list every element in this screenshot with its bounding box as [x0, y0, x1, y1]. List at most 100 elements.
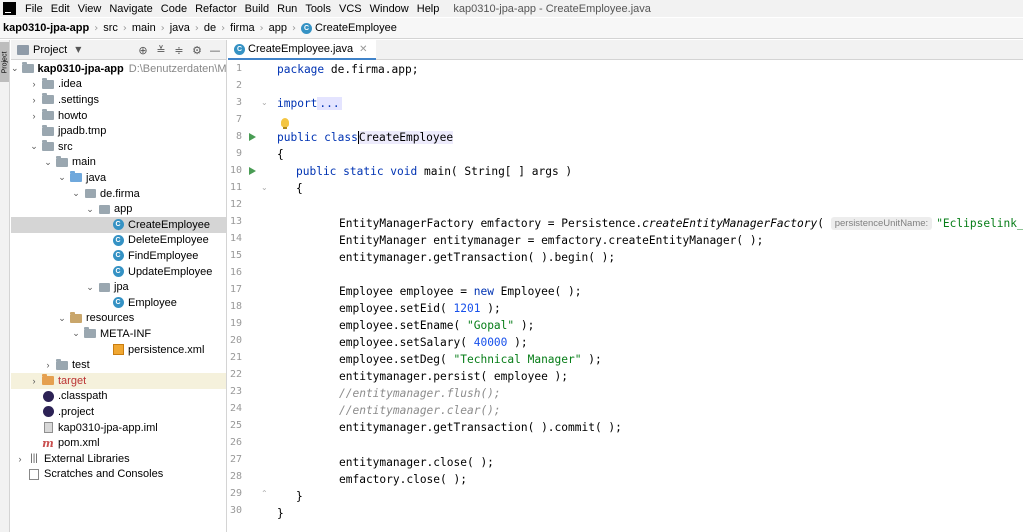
tree-item-external-libraries[interactable]: › ||| External Libraries: [11, 451, 226, 467]
code-line-21: employee.setDeg( "Technical Manager" );: [339, 351, 602, 368]
package-icon-glyph: [98, 282, 110, 292]
locate-file-icon[interactable]: ⊕: [134, 44, 152, 57]
tree-item-classpath[interactable]: .classpath: [11, 389, 226, 405]
breadcrumb-class[interactable]: C CreateEmployee: [300, 22, 397, 34]
chevron-right-icon[interactable]: ›: [29, 376, 39, 386]
folder-icon: [42, 109, 54, 122]
tree-item-howto[interactable]: › howto: [11, 108, 226, 124]
tree-item-label: kap0310-jpa-app: [37, 62, 124, 75]
run-icon[interactable]: [249, 167, 256, 175]
menu-edit[interactable]: Edit: [47, 3, 74, 15]
iml-file-icon-glyph: [43, 422, 53, 434]
collapse-all-icon[interactable]: ≑: [170, 44, 188, 57]
menu-run[interactable]: Run: [273, 3, 301, 15]
tree-item-label: UpdateEmployee: [128, 265, 213, 278]
tree-item-deleteemployee[interactable]: C DeleteEmployee: [11, 233, 226, 249]
breadcrumb-app[interactable]: app: [269, 22, 287, 34]
editor-gutter: 1 2 3 ⌄ 7 8 9 10 11 ⌄ 12 13 14 15 16 17 18 19 20 21 22 23 24 25…: [228, 61, 268, 532]
tree-item-pom-xml[interactable]: m pom.xml: [11, 435, 226, 451]
breadcrumb-main[interactable]: main: [132, 22, 156, 34]
chevron-down-icon[interactable]: ⌄: [43, 157, 53, 168]
tree-item-meta-inf[interactable]: ⌄ META-INF: [11, 326, 226, 342]
menu-navigate[interactable]: Navigate: [105, 3, 156, 15]
package-icon: [98, 203, 110, 215]
tree-item-main[interactable]: ⌄ main: [11, 155, 226, 171]
class-icon-glyph: C: [112, 297, 124, 309]
chevron-down-icon[interactable]: ⌄: [11, 63, 19, 74]
menu-window[interactable]: Window: [366, 3, 413, 15]
chevron-down-icon[interactable]: ⌄: [57, 313, 67, 324]
tree-item-target[interactable]: › target: [11, 373, 226, 389]
breadcrumb-project[interactable]: kap0310-jpa-app: [3, 22, 89, 34]
tree-item-findemployee[interactable]: C FindEmployee: [11, 248, 226, 264]
tree-item-de-firma[interactable]: ⌄ de.firma: [11, 186, 226, 202]
class-icon: C: [300, 22, 312, 34]
chevron-right-icon[interactable]: ›: [43, 360, 53, 370]
menu-build[interactable]: Build: [241, 3, 273, 15]
chevron-down-icon[interactable]: ⌄: [71, 328, 81, 339]
tree-item-settings[interactable]: › .settings: [11, 92, 226, 108]
breadcrumb-de[interactable]: de: [204, 22, 216, 34]
menu-vcs[interactable]: VCS: [335, 3, 366, 15]
tree-item-kap0310-jpa-app-iml[interactable]: kap0310-jpa-app.iml: [11, 420, 226, 436]
chevron-right-icon[interactable]: ›: [29, 95, 39, 105]
tree-item-scratches-and-consoles[interactable]: Scratches and Consoles: [11, 467, 226, 483]
breadcrumb-src[interactable]: src: [103, 22, 118, 34]
menu-tools[interactable]: Tools: [301, 3, 335, 15]
project-panel-title[interactable]: Project: [33, 44, 67, 56]
breadcrumb-firma[interactable]: firma: [230, 22, 254, 34]
fold-marker-icon[interactable]: ⌄: [261, 183, 268, 192]
chevron-down-icon[interactable]: ⌄: [85, 204, 95, 215]
chevron-right-icon: ›: [221, 22, 226, 34]
project-tool-tab[interactable]: Project: [0, 42, 9, 82]
line-number: 17: [229, 284, 242, 295]
editor-tab-create-employee[interactable]: C CreateEmployee.java ✕: [228, 40, 376, 60]
tree-item-kap0310-jpa-app[interactable]: ⌄ kap0310-jpa-app D:\Benutzerdaten\Mertens: [11, 61, 226, 77]
close-icon[interactable]: ✕: [359, 44, 367, 55]
tree-item-jpadb-tmp[interactable]: jpadb.tmp: [11, 123, 226, 139]
tree-item-employee[interactable]: C Employee: [11, 295, 226, 311]
tree-item-app[interactable]: ⌄ app: [11, 201, 226, 217]
tree-item-resources[interactable]: ⌄ resources: [11, 311, 226, 327]
tree-item-project[interactable]: .project: [11, 404, 226, 420]
code-token: }: [296, 490, 303, 503]
tree-item-test[interactable]: › test: [11, 357, 226, 373]
eclipse-file-icon-glyph: [42, 406, 54, 418]
run-icon[interactable]: [249, 133, 256, 141]
menu-file[interactable]: File: [21, 3, 47, 15]
menu-code[interactable]: Code: [157, 3, 191, 15]
tree-item-idea[interactable]: › .idea: [11, 77, 226, 93]
chevron-right-icon[interactable]: ›: [29, 111, 39, 121]
folded-imports[interactable]: ...: [317, 97, 342, 110]
chevron-right-icon[interactable]: ›: [15, 454, 25, 464]
chevron-down-icon[interactable]: ⌄: [85, 282, 95, 293]
chevron-down-icon[interactable]: ⌄: [57, 172, 67, 183]
tree-item-createemployee[interactable]: C CreateEmployee: [11, 217, 226, 233]
line-number: 26: [229, 437, 242, 448]
code-editor[interactable]: package de.firma.app; import ... public …: [268, 61, 1023, 532]
fold-marker-icon[interactable]: ⌄: [261, 98, 268, 107]
chevron-right-icon[interactable]: ›: [29, 79, 39, 89]
package-icon: [98, 281, 110, 293]
gear-icon[interactable]: ⚙: [188, 44, 206, 57]
expand-all-icon[interactable]: ≚: [152, 44, 170, 57]
tree-item-jpa[interactable]: ⌄ jpa: [11, 279, 226, 295]
fold-marker-icon[interactable]: ⌃: [261, 489, 268, 498]
tree-item-src[interactable]: ⌄ src: [11, 139, 226, 155]
breadcrumb-java[interactable]: java: [170, 22, 190, 34]
chevron-down-icon[interactable]: ⌄: [71, 188, 81, 199]
tree-item-updateemployee[interactable]: C UpdateEmployee: [11, 264, 226, 280]
menu-refactor[interactable]: Refactor: [191, 3, 241, 15]
code-token: entitymanager.getTransaction( ).commit( …: [339, 421, 622, 434]
tree-item-java[interactable]: ⌄ java: [11, 170, 226, 186]
hide-panel-icon[interactable]: —: [206, 44, 224, 57]
eclipse-file-icon: [42, 406, 54, 418]
menu-view[interactable]: View: [74, 3, 106, 15]
chevron-down-icon[interactable]: ⌄: [29, 141, 39, 152]
menu-help[interactable]: Help: [413, 3, 444, 15]
tree-item-persistence-xml[interactable]: persistence.xml: [11, 342, 226, 358]
chevron-down-icon[interactable]: ▼: [75, 45, 81, 54]
code-line-29: }: [296, 488, 303, 505]
code-token: Employee( );: [493, 285, 582, 298]
lightbulb-icon[interactable]: [281, 118, 289, 127]
